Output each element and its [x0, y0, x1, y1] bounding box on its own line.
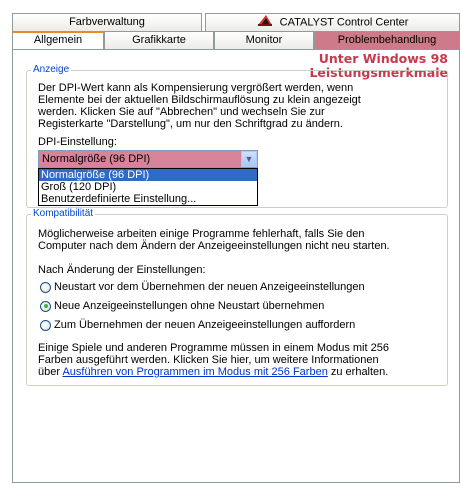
256-color-info: Einige Spiele und anderen Programme müss… — [38, 342, 389, 378]
tab-farbverwaltung[interactable]: Farbverwaltung — [12, 13, 202, 31]
dpi-select-value: Normalgröße (96 DPI) — [42, 153, 151, 165]
radio-restart-before-apply[interactable]: Neustart vor dem Übernehmen der neuen An… — [40, 280, 365, 294]
display-properties-dialog: Farbverwaltung CATALYST Control Center A… — [0, 0, 462, 490]
tab-label: Allgemein — [33, 34, 83, 46]
info-line-3-prefix: über — [38, 366, 63, 378]
dpi-select[interactable]: Normalgröße (96 DPI) ▼ — [38, 150, 258, 168]
description-line: Computer nach dem Ändern der Anzeigeeins… — [38, 240, 390, 252]
tab-grafikkarte[interactable]: Grafikkarte — [104, 31, 214, 49]
256-color-mode-link[interactable]: Ausführen von Programmen im Modus mit 25… — [62, 366, 327, 378]
radio-ask-before-apply[interactable]: Zum Übernehmen der neuen Anzeigeeinstell… — [40, 318, 355, 332]
dpi-option-normal[interactable]: Normalgröße (96 DPI) — [39, 169, 257, 181]
catalyst-logo-icon — [257, 14, 273, 31]
dpi-option-large[interactable]: Groß (120 DPI) — [39, 181, 257, 193]
chevron-down-icon[interactable]: ▼ — [241, 151, 257, 167]
tab-label: Grafikkarte — [132, 34, 186, 46]
radio-circle[interactable] — [40, 319, 51, 331]
radio-apply-without-restart[interactable]: Neue Anzeigeeinstellungen ohne Neustart … — [40, 299, 324, 313]
tab-label: Monitor — [245, 34, 283, 46]
description-line: Möglicherweise arbeiten einige Programme… — [38, 228, 365, 240]
radio-label: Zum Übernehmen der neuen Anzeigeeinstell… — [54, 319, 356, 331]
radio-circle[interactable] — [40, 300, 51, 312]
tab-row-bottom: Allgemein Grafikkarte Monitor Problembeh… — [12, 31, 460, 49]
info-line-3: über Ausführen von Programmen im Modus m… — [38, 366, 389, 378]
display-description: Der DPI-Wert kann als Kompensierung verg… — [38, 82, 361, 130]
info-line-3-suffix: zu erhalten. — [327, 366, 389, 378]
compatibility-description: Möglicherweise arbeiten einige Programme… — [38, 228, 390, 252]
display-group-legend: Anzeige — [31, 64, 72, 75]
radio-label: Neustart vor dem Übernehmen der neuen An… — [54, 281, 365, 293]
dpi-dropdown-list: Normalgröße (96 DPI) Groß (120 DPI) Benu… — [38, 168, 258, 206]
radio-label: Neue Anzeigeeinstellungen ohne Neustart … — [54, 300, 325, 312]
tab-allgemein[interactable]: Allgemein — [12, 31, 104, 49]
tab-problembehandlung[interactable]: Problembehandlung — [314, 31, 460, 49]
tab-monitor[interactable]: Monitor — [214, 31, 314, 49]
tab-catalyst-control-center[interactable]: CATALYST Control Center — [205, 13, 460, 31]
description-line: Der DPI-Wert kann als Kompensierung verg… — [38, 82, 354, 94]
description-line: Registerkarte "Darstellung", um nur den … — [38, 118, 343, 130]
tab-label: Farbverwaltung — [69, 16, 145, 28]
info-line-2: Farben ausgeführt werden. Klicken Sie hi… — [38, 354, 379, 366]
annotation-line-1: Unter Windows 98 — [318, 51, 448, 66]
after-change-label: Nach Änderung der Einstellungen: — [38, 264, 206, 276]
tab-row-top: Farbverwaltung CATALYST Control Center — [12, 13, 460, 31]
description-line: Elemente bei der aktuellen Bildschirmauf… — [38, 94, 361, 106]
dpi-option-custom[interactable]: Benutzerdefinierte Einstellung... — [39, 193, 257, 205]
dpi-setting-label: DPI-Einstellung: — [38, 136, 117, 148]
compatibility-group-legend: Kompatibilität — [31, 208, 96, 219]
tab-label: CATALYST Control Center — [279, 16, 409, 29]
tab-label: Problembehandlung — [337, 34, 437, 46]
info-line-1: Einige Spiele und anderen Programme müss… — [38, 342, 389, 354]
radio-circle[interactable] — [40, 281, 51, 293]
description-line: werden. Klicken Sie auf "Abbrechen" und … — [38, 106, 325, 118]
